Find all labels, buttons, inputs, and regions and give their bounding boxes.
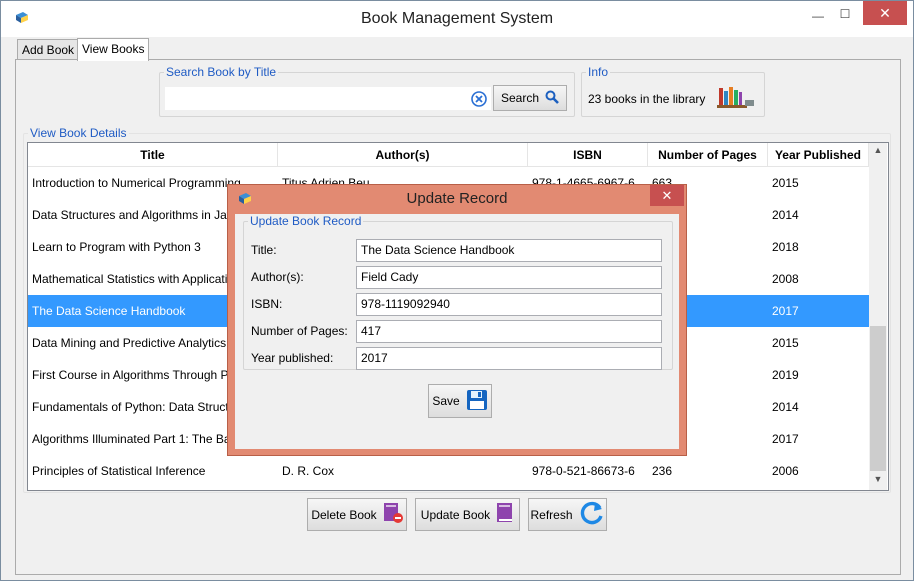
author-field-label: Author(s): — [251, 270, 304, 284]
update-book-record-label: Update Book Record — [250, 214, 362, 228]
search-button-label: Search — [500, 91, 540, 105]
maximize-button[interactable]: ☐ — [831, 5, 859, 23]
scroll-down-arrow[interactable]: ▼ — [869, 474, 887, 484]
title-bar[interactable]: Book Management System — ☐ ✕ — [1, 1, 913, 37]
refresh-button[interactable]: Refresh — [528, 498, 607, 531]
save-button[interactable]: Save — [428, 384, 492, 418]
cell-year: 2008 — [772, 272, 799, 286]
cell-year: 2017 — [772, 432, 799, 446]
cell-pages: 236 — [652, 464, 673, 478]
cell-title: Principles of Statistical Inference — [32, 464, 206, 478]
close-button[interactable]: ✕ — [863, 1, 907, 25]
isbn-field-label: ISBN: — [251, 297, 283, 311]
dialog-body: Update Book Record Title: The Data Scien… — [235, 214, 679, 449]
update-record-dialog: Update Record ✕ Update Book Record Title… — [227, 184, 687, 456]
book-icon — [496, 502, 514, 527]
cell-isbn: 978-0-521-86673-6 — [532, 464, 635, 478]
year-field[interactable]: 2017 — [356, 347, 662, 370]
year-field-label: Year published: — [251, 351, 334, 365]
book-details-group-label: View Book Details — [30, 126, 127, 140]
cell-year: 2014 — [772, 400, 799, 414]
search-input[interactable] — [165, 87, 491, 110]
pages-field[interactable]: 417 — [356, 320, 662, 343]
column-header-year[interactable]: Year Published — [768, 143, 869, 167]
cell-year: 2014 — [772, 208, 799, 222]
scroll-up-arrow[interactable]: ▲ — [869, 145, 887, 155]
window-title: Book Management System — [360, 10, 554, 27]
cell-year: 2006 — [772, 464, 799, 478]
tab-add-book[interactable]: Add Book — [17, 39, 80, 60]
cell-author: D. R. Cox — [282, 464, 335, 478]
pages-field-label: Number of Pages: — [251, 324, 348, 338]
isbn-field[interactable]: 978-1119092940 — [356, 293, 662, 316]
author-field[interactable]: Field Cady — [356, 266, 662, 289]
dialog-close-button[interactable]: ✕ — [650, 185, 684, 206]
column-header-isbn[interactable]: ISBN — [528, 143, 648, 167]
title-field-label: Title: — [251, 243, 277, 257]
search-button[interactable]: Search — [493, 85, 567, 111]
cell-year: 2015 — [772, 336, 799, 350]
tab-view-books[interactable]: View Books — [77, 38, 150, 61]
book-count-text: 23 books in the library — [588, 92, 706, 106]
column-header-authors[interactable]: Author(s) — [278, 143, 528, 167]
minimize-button[interactable]: — — [804, 7, 832, 25]
search-group-label: Search Book by Title — [166, 65, 277, 79]
cell-year: 2017 — [772, 304, 799, 318]
dialog-title: Update Record — [406, 190, 508, 207]
bookshelf-icon — [717, 85, 755, 112]
magnifier-icon — [545, 90, 559, 107]
scroll-thumb[interactable] — [870, 326, 886, 471]
delete-book-label: Delete Book — [311, 507, 377, 522]
main-window: Book Management System — ☐ ✕ Add Book Vi… — [0, 0, 914, 581]
clear-icon[interactable] — [471, 91, 487, 107]
save-label: Save — [432, 394, 460, 408]
info-group-label: Info — [588, 65, 609, 79]
cell-year: 2015 — [772, 176, 799, 190]
refresh-icon — [579, 500, 605, 529]
refresh-label: Refresh — [530, 507, 573, 522]
column-header-pages[interactable]: Number of Pages — [648, 143, 768, 167]
delete-book-button[interactable]: Delete Book — [307, 498, 407, 531]
update-book-label: Update Book — [420, 507, 491, 522]
book-remove-icon — [383, 502, 403, 527]
cell-year: 2018 — [772, 240, 799, 254]
floppy-icon — [466, 389, 488, 414]
update-book-button[interactable]: Update Book — [415, 498, 520, 531]
vertical-scrollbar[interactable]: ▲ ▼ — [869, 143, 887, 490]
column-header-title[interactable]: Title — [28, 143, 278, 167]
title-field[interactable]: The Data Science Handbook — [356, 239, 662, 262]
table-row[interactable]: Principles of Statistical Inference D. R.… — [28, 455, 869, 487]
cell-year: 2019 — [772, 368, 799, 382]
